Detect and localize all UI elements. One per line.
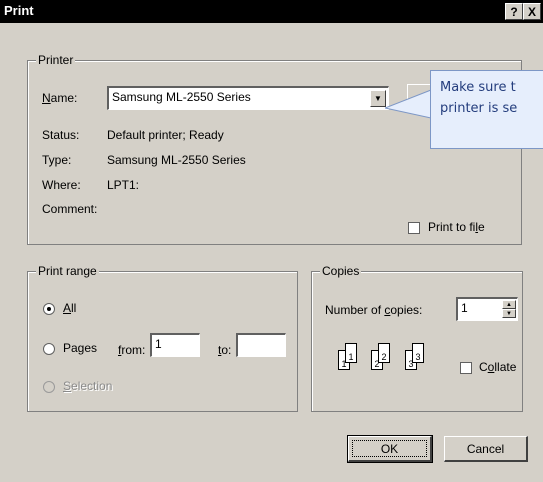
where-value: LPT1: [107,178,140,192]
callout-pointer [385,89,435,119]
from-label: from: [118,343,146,357]
help-button[interactable]: ? [505,3,523,20]
title-bar[interactable]: Print ? X [0,0,543,23]
all-radio[interactable] [43,303,55,315]
selection-label[interactable]: Selection [63,379,112,393]
where-label: Where: [42,178,81,192]
comment-label: Comment: [42,202,98,216]
collate-label[interactable]: Collate [479,360,516,374]
ok-button[interactable]: OK [347,435,433,463]
spin-down-icon[interactable]: ▼ [502,309,516,318]
status-label: Status: [42,128,80,142]
selection-radio[interactable] [43,381,55,393]
printer-name-select[interactable]: Samsung ML-2550 Series ▼ [107,86,389,110]
print-dialog: Print ? X Printer Name: Samsung ML-2550 … [0,0,543,482]
chevron-down-icon[interactable]: ▼ [370,90,386,107]
copies-title: Copies [320,264,362,278]
tooltip-line-1: Make sure t [440,80,516,95]
collate-page-icon: 2 [378,343,390,363]
to-label: to: [218,343,232,357]
pages-label[interactable]: Pages [63,341,97,355]
type-value: Samsung ML-2550 Series [107,153,246,167]
tooltip-line-2: printer is se [440,101,518,116]
print-to-file-label[interactable]: Print to file [428,220,485,234]
copies-spinner[interactable]: 1 ▲ ▼ [456,297,518,321]
from-input[interactable]: 1 [150,333,200,357]
number-of-copies-label: Number of copies: [325,303,423,317]
name-label: Name: [42,91,78,105]
spin-up-icon[interactable]: ▲ [502,300,516,309]
print-to-file-checkbox[interactable] [408,222,420,234]
status-value: Default printer; Ready [107,128,224,142]
cancel-button[interactable]: Cancel [444,436,528,462]
close-button[interactable]: X [523,3,541,20]
cancel-label: Cancel [466,442,505,456]
all-label[interactable]: All [63,301,76,315]
copies-group: Copies [311,264,523,412]
to-input[interactable] [236,333,286,357]
print-range-title: Print range [36,264,99,278]
callout-tooltip: Make sure t printer is se [430,70,543,149]
collate-checkbox[interactable] [460,362,472,374]
from-value: 1 [155,337,162,351]
printer-group-title: Printer [36,53,76,67]
dialog-title: Print [4,3,34,18]
pages-radio[interactable] [43,343,55,355]
copies-value: 1 [461,301,468,315]
printer-name-value: Samsung ML-2550 Series [112,90,251,104]
collate-page-icon: 1 [345,343,357,363]
collate-page-icon: 3 [412,343,424,363]
type-label: Type: [42,153,72,167]
